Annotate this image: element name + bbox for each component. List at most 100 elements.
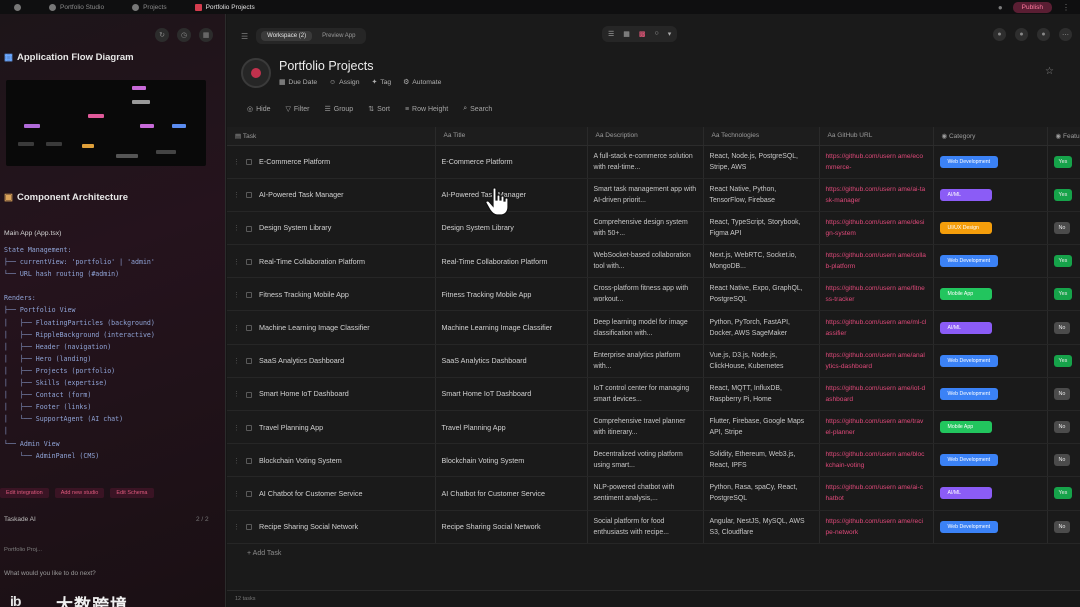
category-cell[interactable]: Mobile App (933, 277, 1048, 312)
github-url-cell[interactable]: https://github.com/usern ame/ecommerce- (819, 145, 934, 179)
description-cell[interactable]: NLP-powered chatbot with sentiment analy… (587, 476, 704, 511)
table-row[interactable]: ⋮ Blockchain Voting System Blockchain Voti… (227, 443, 1080, 478)
task-cell[interactable]: ⋮ Smart Home IoT Dashboard (227, 377, 436, 412)
drag-handle-icon[interactable]: ⋮ (233, 425, 240, 432)
column-header-description[interactable]: Aa Description (587, 127, 704, 146)
table-row[interactable]: ⋮ Design System Library Design System Libr… (227, 211, 1080, 246)
workspace-tab[interactable]: Workspace (2) (261, 31, 313, 41)
technologies-cell[interactable]: React, TypeScript, Storybook, Figma API (703, 211, 820, 246)
checkbox[interactable] (246, 325, 252, 332)
checkbox[interactable] (246, 258, 252, 265)
bell-icon[interactable]: ● (1015, 28, 1028, 41)
settings-icon[interactable]: ● (1037, 28, 1050, 41)
technologies-cell[interactable]: Angular, NestJS, MySQL, AWS S3, Cloudfla… (703, 510, 820, 544)
table-row[interactable]: ⋮ Smart Home IoT Dashboard Smart Home IoT … (227, 377, 1080, 412)
task-cell[interactable]: ⋮ Recipe Sharing Social Network (227, 510, 436, 544)
table-row[interactable]: ⋮ Travel Planning App Travel Planning App C… (227, 410, 1080, 445)
title-cell[interactable]: Smart Home IoT Dashboard (435, 377, 588, 412)
checkbox[interactable] (246, 424, 252, 431)
description-cell[interactable]: Comprehensive travel planner with itiner… (587, 410, 704, 445)
title-cell[interactable]: Fitness Tracking Mobile App (435, 277, 588, 312)
technologies-cell[interactable]: React Native, Expo, GraphQL, PostgreSQL (703, 277, 820, 312)
drag-handle-icon[interactable]: ⋮ (233, 491, 240, 498)
featured-cell[interactable]: Yes (1047, 476, 1080, 511)
technologies-cell[interactable]: React Native, Python, TensorFlow, Fireba… (703, 178, 820, 212)
category-cell[interactable]: AI/ML (933, 476, 1048, 511)
description-cell[interactable]: WebSocket-based collaboration tool with.… (587, 244, 704, 279)
task-cell[interactable]: ⋮ E-Commerce Platform (227, 145, 436, 179)
tab-portfolio-studio[interactable]: Portfolio Studio (35, 0, 118, 14)
featured-cell[interactable]: Yes (1047, 277, 1080, 312)
drag-handle-icon[interactable]: ⋮ (233, 292, 240, 299)
title-cell[interactable]: AI Chatbot for Customer Service (435, 476, 588, 511)
table-row[interactable]: ⋮ E-Commerce Platform E-Commerce Platform A… (227, 145, 1080, 179)
drag-handle-icon[interactable]: ⋮ (233, 524, 240, 531)
table-row[interactable]: ⋮ Real-Time Collaboration Platform Real-Ti… (227, 244, 1080, 279)
featured-cell[interactable]: No (1047, 410, 1080, 445)
drag-handle-icon[interactable]: ⋮ (233, 325, 240, 332)
table-row[interactable]: ⋮ Machine Learning Image Classifier Machin… (227, 310, 1080, 345)
github-url-cell[interactable]: https://github.com/usern ame/ai-task-man… (819, 178, 934, 212)
task-cell[interactable]: ⋮ AI-Powered Task Manager (227, 178, 436, 212)
property-tag[interactable]: ✦ Tag (372, 78, 392, 87)
featured-cell[interactable]: No (1047, 211, 1080, 246)
filter-group[interactable]: ☰ Group (324, 105, 353, 114)
menu-icon[interactable]: ☰ (241, 32, 248, 41)
description-cell[interactable]: Smart task management app with AI-driven… (587, 178, 704, 212)
drag-handle-icon[interactable]: ⋮ (233, 358, 240, 365)
more-views-icon[interactable]: ▾ (668, 30, 672, 38)
description-cell[interactable]: Social platform for food enthusiasts wit… (587, 510, 704, 544)
featured-cell[interactable]: No (1047, 377, 1080, 412)
category-cell[interactable]: Web Development (933, 145, 1048, 179)
suggestion-chip[interactable]: Add new studio (54, 488, 105, 498)
github-url-cell[interactable]: https://github.com/usern ame/recipe-netw… (819, 510, 934, 544)
checkbox[interactable] (246, 524, 252, 531)
task-cell[interactable]: ⋮ Design System Library (227, 211, 436, 246)
task-cell[interactable]: ⋮ Real-Time Collaboration Platform (227, 244, 436, 279)
table-view-icon[interactable]: ▩ (639, 30, 646, 38)
table-row[interactable]: ⋮ AI-Powered Task Manager AI-Powered Task … (227, 178, 1080, 212)
filter-filter[interactable]: ▽ Filter (286, 105, 310, 114)
checkbox[interactable] (246, 225, 252, 232)
task-cell[interactable]: ⋮ Machine Learning Image Classifier (227, 310, 436, 345)
technologies-cell[interactable]: Flutter, Firebase, Google Maps API, Stri… (703, 410, 820, 445)
technologies-cell[interactable]: Next.js, WebRTC, Socket.io, MongoDB... (703, 244, 820, 279)
ai-prompt-input[interactable]: What would you like to do next? (4, 570, 96, 577)
publish-button[interactable]: Publish (1012, 1, 1052, 13)
title-cell[interactable]: Blockchain Voting System (435, 443, 588, 478)
featured-cell[interactable]: No (1047, 443, 1080, 478)
github-url-cell[interactable]: https://github.com/usern ame/ai-chatbot (819, 476, 934, 511)
category-cell[interactable]: UI/UX Design (933, 211, 1048, 246)
category-cell[interactable]: AI/ML (933, 310, 1048, 345)
column-header-category[interactable]: ◉ Category (933, 127, 1048, 146)
description-cell[interactable]: Cross-platform fitness app with workout.… (587, 277, 704, 312)
category-cell[interactable]: Web Development (933, 377, 1048, 412)
tab-home[interactable] (0, 0, 35, 14)
technologies-cell[interactable]: React, MQTT, InfluxDB, Raspberry Pi, Hom… (703, 377, 820, 412)
table-row[interactable]: ⋮ Recipe Sharing Social Network Recipe Sha… (227, 510, 1080, 544)
project-title[interactable]: Portfolio Projects (279, 59, 441, 73)
category-cell[interactable]: Mobile App (933, 410, 1048, 445)
title-cell[interactable]: Machine Learning Image Classifier (435, 310, 588, 345)
filter-hide[interactable]: ◎ Hide (247, 105, 271, 114)
title-cell[interactable]: Travel Planning App (435, 410, 588, 445)
title-cell[interactable]: SaaS Analytics Dashboard (435, 344, 588, 378)
checkbox[interactable] (246, 291, 252, 298)
category-cell[interactable]: Web Development (933, 510, 1048, 544)
category-cell[interactable]: Web Development (933, 443, 1048, 478)
filter-sort[interactable]: ⇅ Sort (368, 105, 390, 114)
property-automate[interactable]: ⚙ Automate (403, 78, 441, 87)
property-due-date[interactable]: ▦ Due Date (279, 78, 317, 87)
table-row[interactable]: ⋮ Fitness Tracking Mobile App Fitness Trac… (227, 277, 1080, 312)
featured-cell[interactable]: No (1047, 510, 1080, 544)
description-cell[interactable]: Decentralized voting platform using smar… (587, 443, 704, 478)
list-view-icon[interactable]: ☰ (608, 30, 614, 38)
filter-search[interactable]: ⌕ Search (463, 105, 492, 113)
github-url-cell[interactable]: https://github.com/usern ame/design-syst… (819, 211, 934, 246)
title-cell[interactable]: Real-Time Collaboration Platform (435, 244, 588, 279)
description-cell[interactable]: A full-stack e-commerce solution with re… (587, 145, 704, 179)
project-avatar-icon[interactable] (241, 58, 271, 88)
checkbox[interactable] (246, 457, 252, 464)
column-header-github-url[interactable]: Aa GitHub URL (819, 127, 934, 146)
checkbox[interactable] (246, 491, 252, 498)
